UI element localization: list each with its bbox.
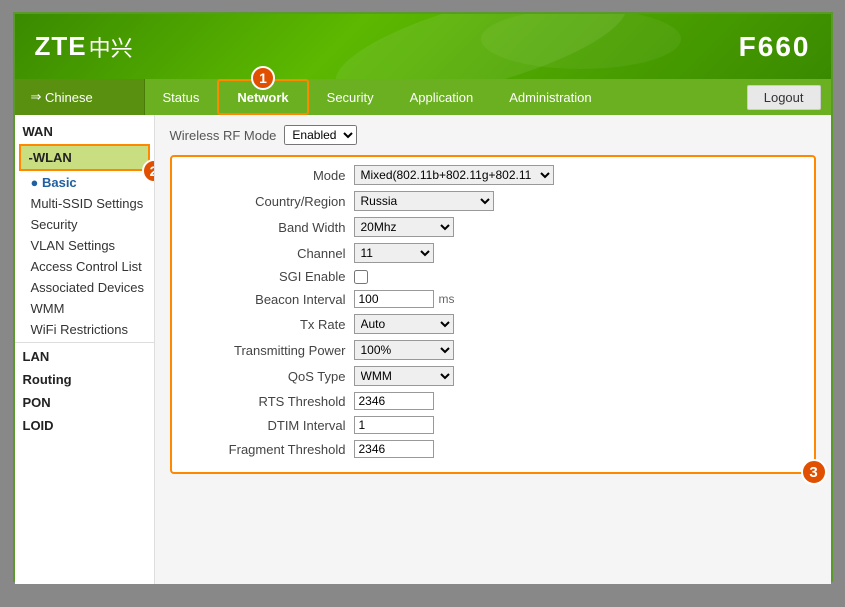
form-row-fragment: Fragment Threshold [184, 440, 802, 458]
label-qos: QoS Type [184, 369, 354, 384]
control-fragment [354, 440, 434, 458]
nav-lang[interactable]: ⇒ Chinese [15, 79, 145, 115]
sidebar-wan: WAN [15, 120, 154, 143]
logo-zh: 中兴 [89, 31, 133, 63]
sidebar-item-wifi-restrictions[interactable]: WiFi Restrictions [15, 319, 154, 340]
form-row-bandwidth: Band Width 20Mhz [184, 217, 802, 237]
control-txpower: 100% [354, 340, 454, 360]
control-bandwidth: 20Mhz [354, 217, 454, 237]
unit-beacon: ms [439, 292, 455, 306]
main-panel: Wireless RF Mode Enabled Mode Mixed(802.… [155, 115, 831, 584]
select-qos[interactable]: WMM [354, 366, 454, 386]
select-txrate[interactable]: Auto [354, 314, 454, 334]
badge-1: 1 [251, 66, 275, 90]
control-txrate: Auto [354, 314, 454, 334]
sidebar-pon[interactable]: PON [15, 391, 154, 414]
lang-arrow: ⇒ [31, 89, 42, 105]
sidebar-lan[interactable]: LAN [15, 345, 154, 368]
select-txpower[interactable]: 100% [354, 340, 454, 360]
lang-label: Chinese [45, 90, 93, 105]
sidebar-divider-1 [15, 342, 154, 343]
input-fragment[interactable] [354, 440, 434, 458]
form-row-dtim: DTIM Interval [184, 416, 802, 434]
header: ZTE 中兴 F660 [15, 14, 831, 79]
wireless-rf-row: Wireless RF Mode Enabled [170, 125, 816, 145]
tab-administration[interactable]: Administration [491, 79, 609, 115]
select-channel[interactable]: 11 [354, 243, 434, 263]
sidebar-item-associated[interactable]: Associated Devices [15, 277, 154, 298]
wireless-rf-label: Wireless RF Mode [170, 128, 277, 143]
select-country[interactable]: Russia [354, 191, 494, 211]
sidebar-item-acl[interactable]: Access Control List [15, 256, 154, 277]
label-txrate: Tx Rate [184, 317, 354, 332]
form-row-txrate: Tx Rate Auto [184, 314, 802, 334]
control-channel: 11 [354, 243, 434, 263]
main-container: ZTE 中兴 F660 ⇒ Chinese Status Network 1 S… [13, 12, 833, 582]
sidebar-wlan-wrapper: -WLAN 2 [15, 144, 154, 171]
select-mode[interactable]: Mixed(802.11b+802.11g+802.11 [354, 165, 554, 185]
tab-status[interactable]: Status [145, 79, 218, 115]
form-row-beacon: Beacon Interval ms [184, 290, 802, 308]
nav-tabs: Status Network 1 Security Application Ad… [145, 79, 747, 115]
nav-bar: ⇒ Chinese Status Network 1 Security Appl… [15, 79, 831, 115]
label-country: Country/Region [184, 194, 354, 209]
label-beacon: Beacon Interval [184, 292, 354, 307]
label-txpower: Transmitting Power [184, 343, 354, 358]
form-row-country: Country/Region Russia [184, 191, 802, 211]
content-area: WAN -WLAN 2 Basic Multi-SSID Settings Se… [15, 115, 831, 584]
checkbox-sgi[interactable] [354, 270, 368, 284]
label-bandwidth: Band Width [184, 220, 354, 235]
logo-area: ZTE 中兴 [35, 31, 133, 63]
input-dtim[interactable] [354, 416, 434, 434]
form-row-channel: Channel 11 [184, 243, 802, 263]
model-name: F660 [739, 31, 811, 63]
label-channel: Channel [184, 246, 354, 261]
control-mode: Mixed(802.11b+802.11g+802.11 [354, 165, 554, 185]
sidebar-item-basic[interactable]: Basic [15, 172, 154, 193]
sidebar-routing[interactable]: Routing [15, 368, 154, 391]
form-row-sgi: SGI Enable [184, 269, 802, 284]
tab-application[interactable]: Application [392, 79, 492, 115]
input-beacon[interactable] [354, 290, 434, 308]
label-rts: RTS Threshold [184, 394, 354, 409]
logout-button[interactable]: Logout [747, 85, 821, 110]
badge-3: 3 [801, 459, 827, 485]
sidebar: WAN -WLAN 2 Basic Multi-SSID Settings Se… [15, 115, 155, 584]
sidebar-wlan-group[interactable]: -WLAN [19, 144, 150, 171]
tab-network-wrapper: Network 1 [217, 79, 308, 115]
sidebar-item-multissid[interactable]: Multi-SSID Settings [15, 193, 154, 214]
sidebar-loid[interactable]: LOID [15, 414, 154, 437]
label-fragment: Fragment Threshold [184, 442, 354, 457]
select-bandwidth[interactable]: 20Mhz [354, 217, 454, 237]
label-sgi: SGI Enable [184, 269, 354, 284]
logo-zte: ZTE [35, 31, 87, 62]
control-beacon: ms [354, 290, 455, 308]
control-rts [354, 392, 434, 410]
form-row-txpower: Transmitting Power 100% [184, 340, 802, 360]
form-row-qos: QoS Type WMM [184, 366, 802, 386]
settings-box: Mode Mixed(802.11b+802.11g+802.11 Countr… [170, 155, 816, 474]
label-mode: Mode [184, 168, 354, 183]
sidebar-item-wmm[interactable]: WMM [15, 298, 154, 319]
sidebar-item-security[interactable]: Security [15, 214, 154, 235]
sidebar-item-vlan[interactable]: VLAN Settings [15, 235, 154, 256]
control-country: Russia [354, 191, 494, 211]
control-dtim [354, 416, 434, 434]
form-row-mode: Mode Mixed(802.11b+802.11g+802.11 [184, 165, 802, 185]
tab-security[interactable]: Security [309, 79, 392, 115]
form-row-rts: RTS Threshold [184, 392, 802, 410]
wireless-rf-select[interactable]: Enabled [284, 125, 357, 145]
input-rts[interactable] [354, 392, 434, 410]
label-dtim: DTIM Interval [184, 418, 354, 433]
control-sgi [354, 270, 368, 284]
control-qos: WMM [354, 366, 454, 386]
